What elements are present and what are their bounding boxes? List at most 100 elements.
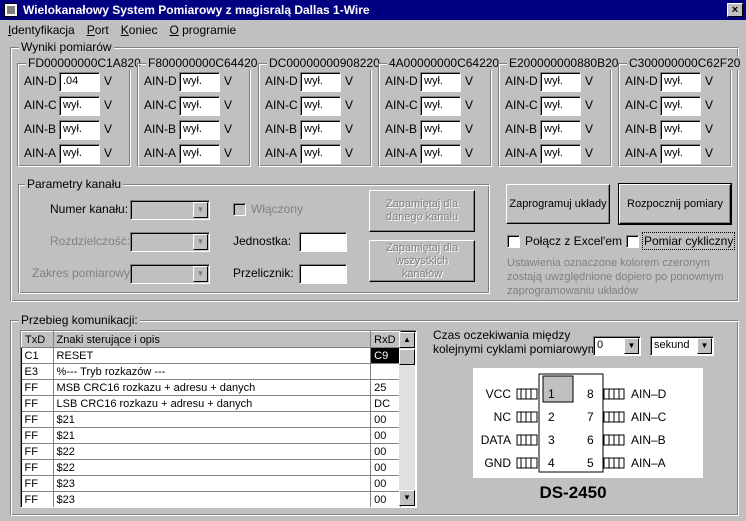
channel-label: AIN-C <box>144 98 177 112</box>
channel-value[interactable]: wył. <box>179 96 220 116</box>
menu-koniec[interactable]: Koniec <box>121 23 158 37</box>
wait-unit: sekund <box>654 339 690 351</box>
table-scrollbar[interactable]: ▲ ▼ <box>399 332 415 506</box>
chevron-down-icon: ▼ <box>697 338 712 354</box>
excel-checkbox[interactable]: Połącz z Excel'em <box>507 234 622 248</box>
channel-value[interactable]: wył. <box>300 96 341 116</box>
channel-value[interactable]: wył. <box>660 120 701 140</box>
resolution-select[interactable]: ▼ <box>130 232 210 252</box>
channel-label: AIN-D <box>144 74 177 88</box>
chevron-down-icon: ▼ <box>193 234 208 250</box>
table-row[interactable]: FF MSB CRC16 rozkazu + adresu + danych 25 <box>21 379 401 396</box>
channel-value[interactable]: wył. <box>59 120 100 140</box>
chip-name: DS-2450 <box>539 483 607 502</box>
cell-desc: $23 <box>53 491 372 507</box>
channel-value[interactable]: wył. <box>540 72 581 92</box>
channel-label: AIN-D <box>625 74 658 88</box>
enabled-checkbox[interactable]: Włączony <box>233 202 303 216</box>
channel-value[interactable]: wył. <box>179 144 220 164</box>
table-row[interactable]: FF $21 00 <box>21 427 401 444</box>
channel-value[interactable]: wył. <box>540 120 581 140</box>
menu-bar: Identyfikacja Port Koniec O programie <box>0 20 746 40</box>
channel-value[interactable]: .04 <box>59 72 100 92</box>
cell-rxd: C9 <box>370 347 401 364</box>
unit-volt: V <box>705 146 714 160</box>
channel-label: AIN-C <box>24 98 57 112</box>
pin-label: VCC <box>486 387 512 401</box>
unit-volt: V <box>705 98 714 112</box>
channel-value[interactable]: wył. <box>420 144 461 164</box>
menu-identyfikacja[interactable]: Identyfikacja <box>8 23 75 37</box>
close-button[interactable]: × <box>727 3 743 17</box>
menu-port[interactable]: Port <box>87 23 109 37</box>
pin-lead <box>516 411 538 423</box>
channel-value[interactable]: wył. <box>540 144 581 164</box>
scroll-thumb[interactable] <box>399 349 415 365</box>
unit-input[interactable] <box>299 232 347 252</box>
table-row[interactable]: FF $22 00 <box>21 443 401 460</box>
scroll-down-icon[interactable]: ▼ <box>399 490 415 506</box>
table-row[interactable]: FF $23 00 <box>21 491 401 507</box>
table-row[interactable]: C1 RESET C9 <box>21 347 401 364</box>
cell-rxd: DC <box>370 395 401 412</box>
start-measure-button[interactable]: Rozpocznij pomiary <box>618 183 732 225</box>
channel-value[interactable]: wył. <box>660 144 701 164</box>
unit-volt: V <box>104 74 113 88</box>
cell-desc: $22 <box>53 443 372 460</box>
channel-value[interactable]: wył. <box>300 72 341 92</box>
scroll-up-icon[interactable]: ▲ <box>399 332 415 348</box>
channel-value[interactable]: wył. <box>59 144 100 164</box>
channel-value[interactable]: wył. <box>420 72 461 92</box>
channel-value[interactable]: wył. <box>300 144 341 164</box>
cyclic-checkbox[interactable]: Pomiar cykliczny <box>626 232 736 250</box>
cell-desc: MSB CRC16 rozkazu + adresu + danych <box>53 379 372 396</box>
channel-value[interactable]: wył. <box>179 120 220 140</box>
channel-value[interactable]: wył. <box>660 96 701 116</box>
sensor-id: FD00000000C1A820 <box>26 56 143 70</box>
channel-value[interactable]: wył. <box>420 120 461 140</box>
channel-value[interactable]: wył. <box>300 120 341 140</box>
table-row[interactable]: FF $22 00 <box>21 459 401 476</box>
cell-desc: LSB CRC16 rozkazu + adresu + danych <box>53 395 372 412</box>
save-channel-button[interactable]: Zapamiętaj dla danego kanału <box>369 190 475 232</box>
channel-value[interactable]: wył. <box>660 72 701 92</box>
menu-o-programie[interactable]: O programie <box>169 23 236 37</box>
channel-value[interactable]: wył. <box>179 72 220 92</box>
sensor-group: C300000000C62F20 AIN-D wył. V AIN-C wył. V AIN-… <box>618 56 743 167</box>
cell-txd: E3 <box>21 363 54 380</box>
channel-value[interactable]: wył. <box>420 96 461 116</box>
comm-table[interactable]: TxD Znaki sterujące i opis RxD C1 RESET C9… <box>20 330 417 508</box>
cell-txd: FF <box>21 459 54 476</box>
range-select[interactable]: ▼ <box>130 264 210 284</box>
unit-volt: V <box>585 146 594 160</box>
chevron-down-icon: ▼ <box>193 202 208 218</box>
sensor-id: DC00000000908220 <box>267 56 382 70</box>
scale-input[interactable] <box>299 264 347 284</box>
table-row[interactable]: FF LSB CRC16 rozkazu + adresu + danych DC <box>21 395 401 412</box>
channel-label: AIN-B <box>144 122 177 136</box>
save-all-button[interactable]: Zapamiętaj dla wszystkich kanałów <box>369 240 475 282</box>
cell-rxd: 00 <box>370 427 401 444</box>
checkbox-box <box>626 234 639 248</box>
wait-unit-select[interactable]: sekund ▼ <box>650 336 714 356</box>
wait-value-select[interactable]: 0 ▼ <box>593 336 641 356</box>
channel-value[interactable]: wył. <box>59 96 100 116</box>
unit-label: Jednostka: <box>233 234 292 248</box>
channel-number-select[interactable]: ▼ <box>130 200 210 220</box>
chevron-down-icon: ▼ <box>624 338 639 354</box>
pin-number: 6 <box>587 433 594 447</box>
resolution-label: Rozdzielczość: <box>50 234 131 248</box>
table-row[interactable]: FF $23 00 <box>21 475 401 492</box>
table-row[interactable]: E3 %--- Tryb rozkazów --- <box>21 363 401 380</box>
table-row[interactable]: FF $21 00 <box>21 411 401 428</box>
unit-volt: V <box>465 98 474 112</box>
channel-value[interactable]: wył. <box>540 96 581 116</box>
cell-desc: $21 <box>53 427 372 444</box>
comm-legend: Przebieg komunikacji: <box>19 313 140 327</box>
unit-volt: V <box>345 122 354 136</box>
program-button[interactable]: Zaprogramuj układy <box>506 184 610 224</box>
unit-volt: V <box>465 74 474 88</box>
unit-volt: V <box>104 98 113 112</box>
channel-label: AIN-D <box>505 74 538 88</box>
pin-label: AIN–B <box>631 433 666 447</box>
